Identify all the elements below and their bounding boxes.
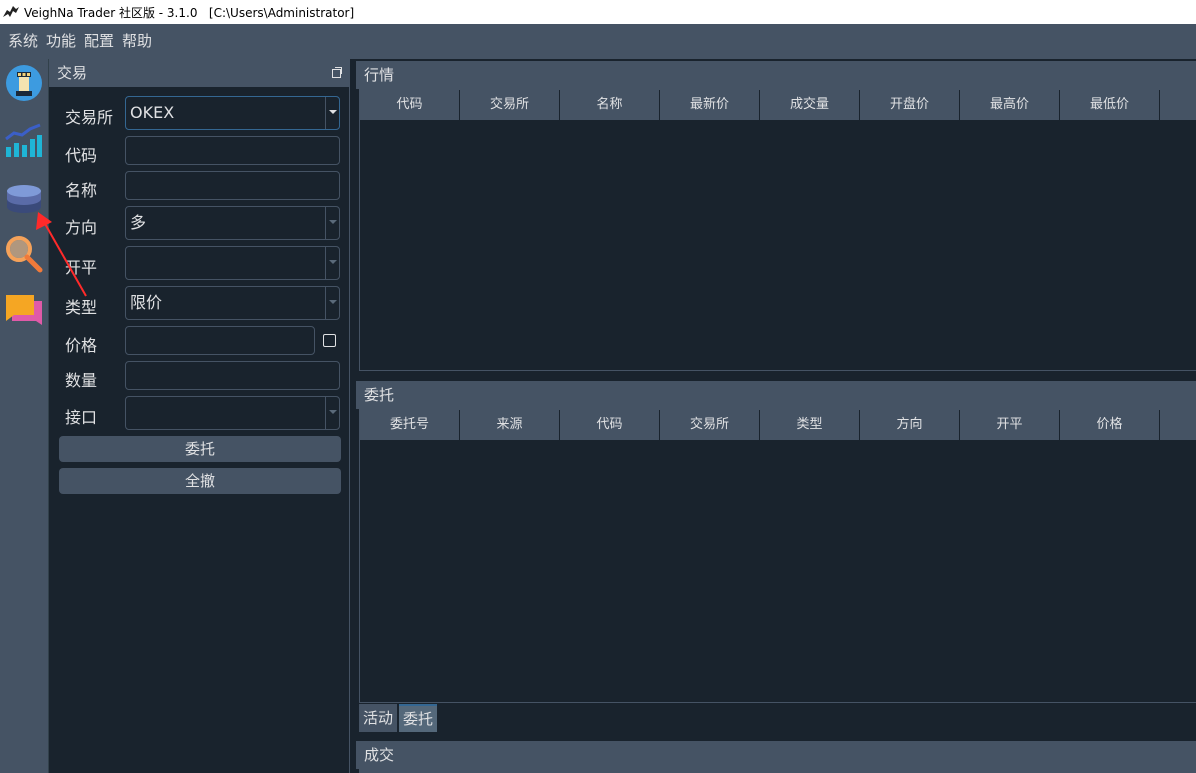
gateway-select[interactable] — [125, 396, 340, 430]
menu-bar: 系统 功能 配置 帮助 — [0, 24, 1196, 59]
toolbar-button-search[interactable] — [4, 234, 44, 274]
exchange-select[interactable]: OKEX — [125, 96, 340, 130]
offset-label: 开平 — [65, 258, 98, 277]
order-tabs: 活动 委托 — [359, 704, 439, 732]
search-icon — [6, 236, 43, 273]
float-icon[interactable] — [332, 67, 342, 78]
tab-orders[interactable]: 委托 — [399, 704, 438, 732]
cancel-all-button[interactable]: 全撤 — [59, 468, 341, 494]
chess-rook-icon — [6, 65, 42, 101]
order-table[interactable]: 委托号 来源 代码 交易所 类型 方向 开平 价格 总 — [359, 409, 1196, 703]
trade-panel: 成交 — [356, 741, 1196, 773]
volume-label: 数量 — [65, 371, 98, 390]
menu-config[interactable]: 配置 — [80, 24, 118, 59]
column-header[interactable]: 代码 — [560, 410, 660, 440]
toolbar-button-trader[interactable] — [4, 63, 44, 103]
chat-icon — [6, 295, 42, 325]
chevron-down-icon — [325, 397, 339, 429]
tab-active[interactable]: 活动 — [359, 704, 398, 732]
column-header[interactable]: 最新价 — [660, 90, 760, 120]
column-header[interactable]: 最高价 — [960, 90, 1060, 120]
database-icon — [7, 185, 41, 213]
order-type-value: 限价 — [130, 293, 163, 312]
chevron-down-icon — [325, 207, 339, 239]
price-checkbox[interactable] — [323, 334, 336, 347]
trade-dock: 交易 交易所 OKEX 代码 名称 方向 多 开平 类型 限价 价格 数量 接口… — [48, 59, 350, 773]
trade-panel-title: 成交 — [356, 741, 1196, 769]
chevron-down-icon — [325, 287, 339, 319]
offset-select[interactable] — [125, 246, 340, 280]
chevron-down-icon — [325, 247, 339, 279]
menu-help[interactable]: 帮助 — [118, 24, 156, 59]
symbol-label: 代码 — [65, 146, 98, 165]
direction-select[interactable]: 多 — [125, 206, 340, 240]
toolbar-button-chat[interactable] — [4, 291, 44, 331]
tick-table-header: 代码 交易所 名称 最新价 成交量 开盘价 最高价 最低价 买 — [360, 90, 1196, 120]
volume-input[interactable] — [125, 361, 340, 390]
column-header[interactable]: 委托号 — [360, 410, 460, 440]
send-order-button[interactable]: 委托 — [59, 436, 341, 462]
toolbar-button-chart[interactable] — [4, 121, 44, 161]
column-header[interactable]: 方向 — [860, 410, 960, 440]
column-header[interactable]: 类型 — [760, 410, 860, 440]
menu-function[interactable]: 功能 — [42, 24, 80, 59]
column-header[interactable]: 最低价 — [1060, 90, 1160, 120]
app-logo-icon — [3, 6, 19, 17]
name-input[interactable] — [125, 171, 340, 200]
column-header[interactable]: 成交量 — [760, 90, 860, 120]
column-header[interactable]: 来源 — [460, 410, 560, 440]
column-header[interactable]: 价格 — [1060, 410, 1160, 440]
exchange-value: OKEX — [130, 103, 175, 122]
order-panel-title: 委托 — [356, 381, 1196, 409]
column-header[interactable]: 交易所 — [460, 90, 560, 120]
column-header[interactable]: 交易所 — [660, 410, 760, 440]
order-table-header: 委托号 来源 代码 交易所 类型 方向 开平 价格 总 — [360, 410, 1196, 440]
column-header[interactable]: 买 — [1160, 90, 1196, 120]
trade-table-header — [359, 769, 1196, 773]
menu-system[interactable]: 系统 — [4, 24, 42, 59]
column-header[interactable]: 开平 — [960, 410, 1060, 440]
trade-dock-title: 交易 — [49, 59, 349, 87]
chevron-down-icon — [325, 97, 339, 129]
left-toolbar — [0, 59, 48, 773]
direction-value: 多 — [130, 213, 147, 232]
symbol-input[interactable] — [125, 136, 340, 165]
name-label: 名称 — [65, 181, 98, 200]
order-type-label: 类型 — [65, 298, 98, 317]
column-header[interactable]: 开盘价 — [860, 90, 960, 120]
price-input[interactable] — [125, 326, 315, 355]
tick-panel-title: 行情 — [356, 61, 1196, 89]
toolbar-button-database[interactable] — [4, 177, 44, 217]
gateway-label: 接口 — [65, 408, 98, 427]
tick-table[interactable]: 代码 交易所 名称 最新价 成交量 开盘价 最高价 最低价 买 — [359, 89, 1196, 371]
column-header[interactable]: 名称 — [560, 90, 660, 120]
trade-dock-title-text: 交易 — [57, 64, 88, 82]
title-bar: VeighNa Trader 社区版 - 3.1.0 [C:\Users\Adm… — [0, 0, 1196, 24]
window-title: VeighNa Trader 社区版 - 3.1.0 [C:\Users\Adm… — [24, 5, 355, 20]
order-type-select[interactable]: 限价 — [125, 286, 340, 320]
direction-label: 方向 — [65, 218, 98, 237]
exchange-label: 交易所 — [65, 108, 114, 127]
order-panel: 委托 委托号 来源 代码 交易所 类型 方向 开平 价格 总 — [356, 381, 1196, 733]
bar-chart-icon — [5, 123, 42, 157]
tick-panel: 行情 代码 交易所 名称 最新价 成交量 开盘价 最高价 最低价 买 — [356, 61, 1196, 374]
price-label: 价格 — [65, 336, 98, 355]
column-header[interactable]: 总 — [1160, 410, 1196, 440]
column-header[interactable]: 代码 — [360, 90, 460, 120]
